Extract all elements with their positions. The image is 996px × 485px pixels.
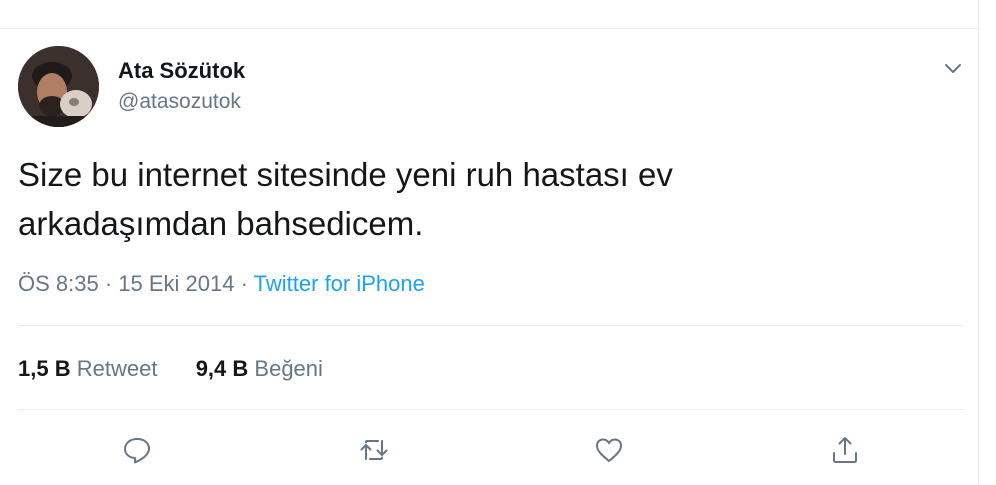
author-handle[interactable]: @atasozutok [118, 90, 241, 114]
share-icon[interactable] [828, 433, 862, 467]
likes-stat[interactable]: 9,4 B Beğeni [196, 356, 323, 382]
meta-separator: · [104, 271, 113, 296]
avatar[interactable] [18, 46, 99, 127]
likes-count: 9,4 B [195, 356, 249, 381]
retweet-icon[interactable] [357, 433, 391, 467]
retweets-stat[interactable]: 1,5 B Retweet [18, 356, 157, 382]
top-divider [0, 28, 978, 29]
tweet-text: Size bu internet sitesinde yeni ruh hast… [18, 150, 918, 248]
tweet-text-line: arkadaşımdan bahsedicem. [18, 205, 424, 242]
tweet-date[interactable]: 15 Eki 2014 [118, 271, 234, 296]
tweet-time[interactable]: ÖS 8:35 [18, 271, 99, 296]
author-name[interactable]: Ata Sözütok [118, 58, 245, 84]
likes-label: Beğeni [254, 356, 323, 381]
tweet-source-link[interactable]: Twitter for iPhone [254, 271, 425, 296]
tweet-meta: ÖS 8:35 · 15 Eki 2014 · Twitter for iPho… [18, 271, 425, 297]
chevron-down-icon[interactable] [940, 58, 966, 78]
right-border [978, 0, 979, 485]
tweet-stats: 1,5 B Retweet 9,4 B Beğeni [18, 356, 323, 382]
heart-icon[interactable] [592, 433, 626, 467]
retweets-count: 1,5 B [18, 356, 71, 381]
retweets-label: Retweet [76, 356, 158, 381]
reply-icon[interactable] [120, 433, 154, 467]
stats-bottom-divider [18, 409, 964, 410]
meta-separator: · [240, 271, 248, 296]
tweet-text-line: Size bu internet sitesinde yeni ruh hast… [18, 156, 673, 193]
avatar-photo [18, 46, 99, 127]
stats-top-divider [18, 325, 964, 326]
